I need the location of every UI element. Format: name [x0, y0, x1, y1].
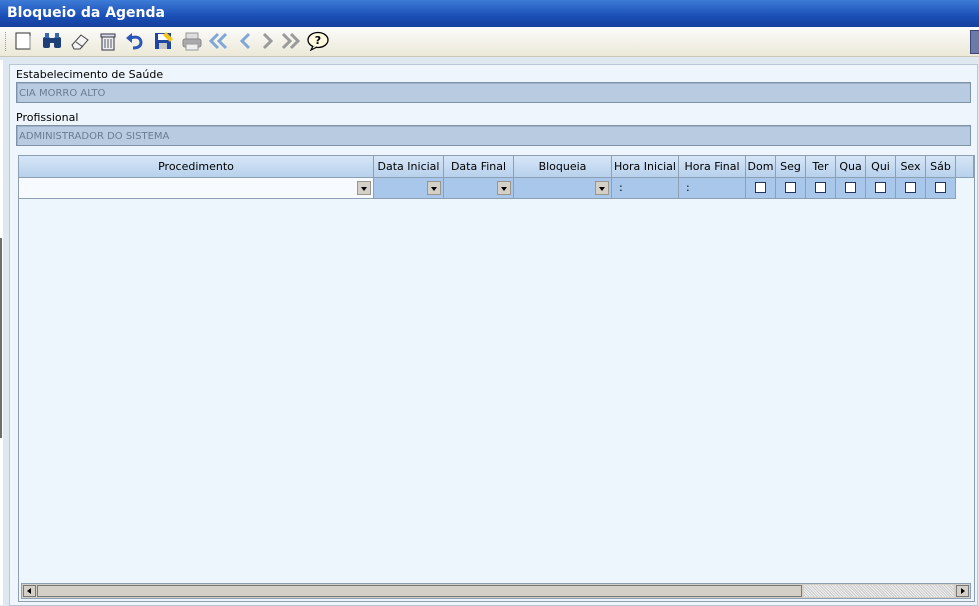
chevron-right-icon [262, 32, 274, 50]
seg-checkbox-cell [776, 178, 806, 199]
sab-checkbox-cell [926, 178, 956, 199]
eraser-icon [71, 34, 89, 50]
data-final-combo[interactable] [444, 178, 514, 199]
column-header-procedimento[interactable]: Procedimento [19, 156, 374, 178]
data-inicial-combo[interactable] [374, 178, 444, 199]
toolbar-grip[interactable] [5, 32, 9, 51]
scroll-left-button[interactable] [23, 585, 36, 597]
hora-inicial-input[interactable]: : [612, 178, 679, 199]
profissional-field[interactable]: ADMINISTRADOR DO SISTEMA [16, 125, 971, 146]
print-button[interactable] [180, 30, 204, 52]
qua-checkbox-cell [836, 178, 866, 199]
horizontal-scrollbar[interactable] [21, 583, 971, 599]
trash-icon [100, 33, 116, 51]
column-header-hora-final[interactable]: Hora Final [679, 156, 746, 178]
dom-checkbox-cell [746, 178, 776, 199]
form-panel: Estabelecimento de Saúde CIA MORRO ALTO … [9, 64, 978, 606]
double-chevron-right-icon [281, 32, 301, 50]
last-record-button[interactable] [278, 30, 302, 52]
delete-button[interactable] [96, 30, 120, 52]
chevron-down-icon[interactable] [497, 181, 511, 195]
sex-checkbox-cell [896, 178, 926, 199]
help-icon: ? [307, 31, 329, 51]
first-record-button[interactable] [207, 30, 231, 52]
undo-icon [126, 33, 143, 50]
estabelecimento-label: Estabelecimento de Saúde [16, 68, 164, 81]
scroll-thumb[interactable] [37, 585, 802, 597]
save-icon [155, 32, 173, 49]
scroll-right-button[interactable] [956, 585, 969, 597]
hora-final-input[interactable]: : [679, 178, 746, 199]
qui-checkbox-cell [866, 178, 896, 199]
column-header-dom[interactable]: Dom [746, 156, 776, 178]
sab-checkbox[interactable] [935, 182, 946, 193]
new-button[interactable] [11, 30, 35, 52]
chevron-down-icon[interactable] [595, 181, 609, 195]
column-header-data-inicial[interactable]: Data Inicial [374, 156, 444, 178]
column-header-sex[interactable]: Sex [896, 156, 926, 178]
ter-checkbox-cell [806, 178, 836, 199]
window-title: Bloqueio da Agenda [7, 5, 165, 21]
svg-text:?: ? [315, 34, 321, 47]
new-document-icon [15, 32, 31, 50]
bloqueia-combo[interactable] [514, 178, 612, 199]
sex-checkbox[interactable] [905, 182, 916, 193]
estabelecimento-field[interactable]: CIA MORRO ALTO [16, 82, 971, 103]
chevron-down-icon[interactable] [357, 181, 371, 195]
undo-button[interactable] [123, 30, 147, 52]
bloqueio-grid: Procedimento Data Inicial Data Final Blo… [18, 155, 975, 602]
chevron-left-icon [239, 32, 251, 50]
dom-checkbox[interactable] [755, 182, 766, 193]
toolbar: ? [0, 27, 979, 57]
column-header-sab[interactable]: Sáb [926, 156, 956, 178]
column-header-hora-inicial[interactable]: Hora Inicial [612, 156, 679, 178]
column-header-qui[interactable]: Qui [866, 156, 896, 178]
printer-icon [182, 32, 202, 51]
column-header-seg[interactable]: Seg [776, 156, 806, 178]
double-chevron-left-icon [208, 32, 228, 50]
ter-checkbox[interactable] [815, 182, 826, 193]
clear-button[interactable] [68, 30, 92, 52]
column-header-qua[interactable]: Qua [836, 156, 866, 178]
column-header-filler [956, 156, 974, 178]
next-record-button[interactable] [256, 30, 280, 52]
scroll-track[interactable] [804, 585, 954, 597]
search-button[interactable] [40, 30, 64, 52]
procedimento-combo[interactable] [19, 178, 374, 199]
column-header-data-final[interactable]: Data Final [444, 156, 514, 178]
window-title-bar: Bloqueio da Agenda [0, 0, 979, 27]
profissional-label: Profissional [16, 111, 79, 124]
column-header-bloqueia[interactable]: Bloqueia [514, 156, 612, 178]
toolbar-overflow-button[interactable] [970, 30, 979, 54]
save-button[interactable] [152, 30, 176, 52]
qua-checkbox[interactable] [845, 182, 856, 193]
binoculars-icon [43, 33, 61, 48]
previous-record-button[interactable] [233, 30, 257, 52]
qui-checkbox[interactable] [875, 182, 886, 193]
column-header-ter[interactable]: Ter [806, 156, 836, 178]
chevron-down-icon[interactable] [427, 181, 441, 195]
help-button[interactable]: ? [306, 30, 330, 52]
seg-checkbox[interactable] [785, 182, 796, 193]
window-left-resize-handle[interactable] [0, 238, 2, 438]
